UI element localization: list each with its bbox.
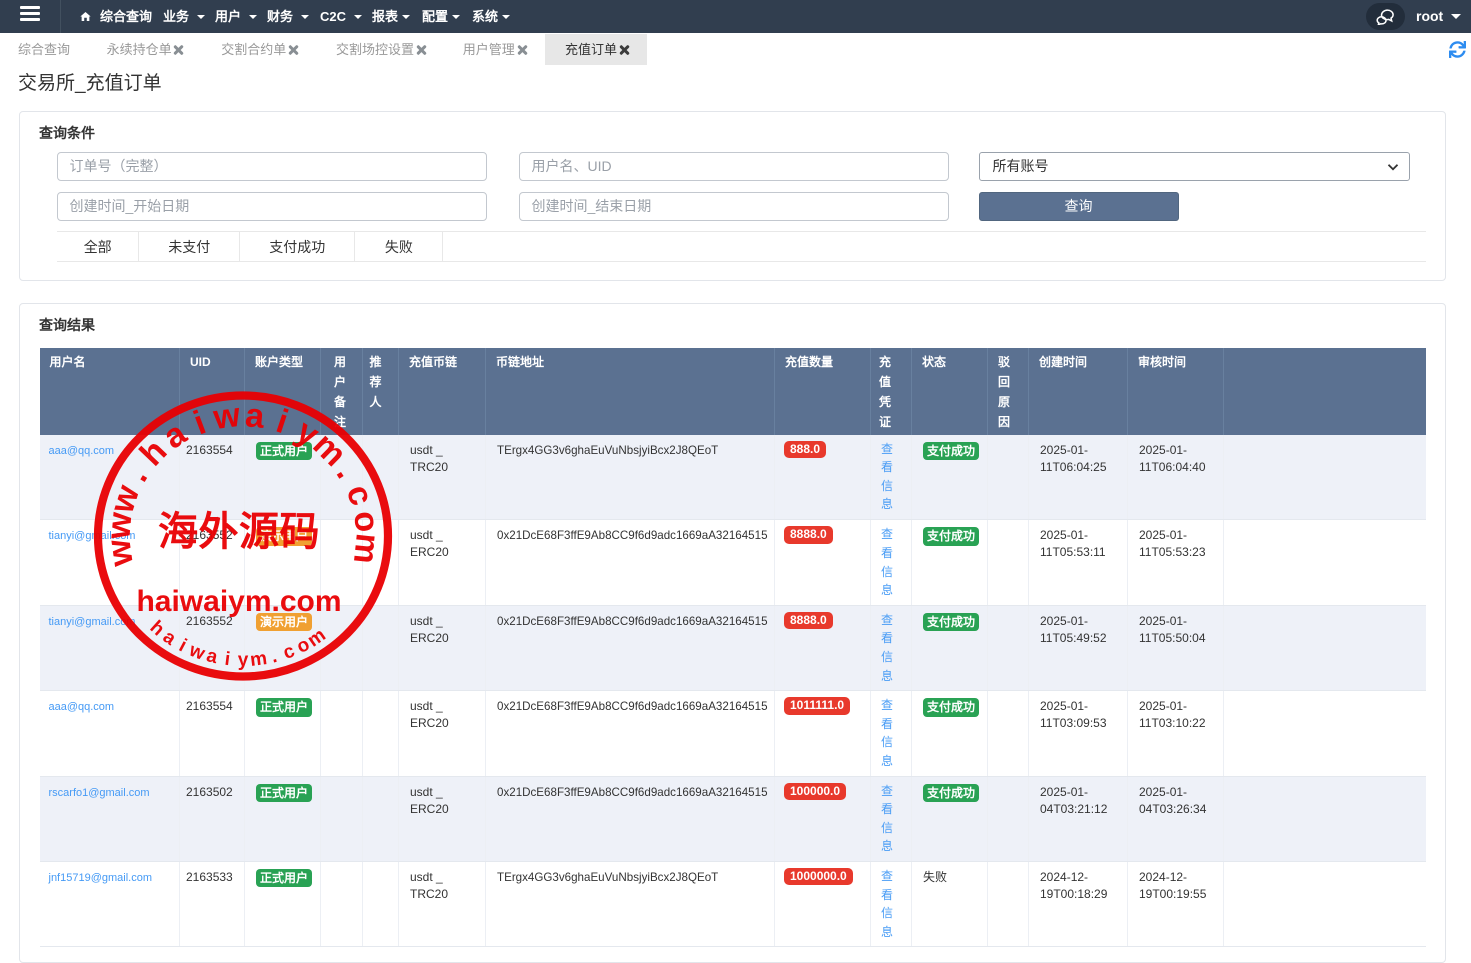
svg-text:a: a	[204, 645, 220, 668]
svg-text:i: i	[189, 404, 211, 443]
svg-text:i: i	[272, 402, 293, 441]
svg-text:i: i	[223, 649, 231, 670]
svg-text:.: .	[269, 646, 279, 668]
svg-text:a: a	[244, 396, 268, 436]
svg-text:海外源码: 海外源码	[158, 510, 320, 554]
svg-text:haiwaiym.com: haiwaiym.com	[136, 585, 341, 618]
svg-text:y: y	[238, 650, 249, 671]
svg-text:o: o	[346, 509, 386, 534]
svg-text:m: m	[249, 648, 268, 671]
svg-text:m: m	[346, 532, 387, 566]
svg-text:c: c	[339, 480, 381, 511]
svg-text:w: w	[99, 536, 141, 569]
svg-text:w: w	[210, 396, 243, 437]
